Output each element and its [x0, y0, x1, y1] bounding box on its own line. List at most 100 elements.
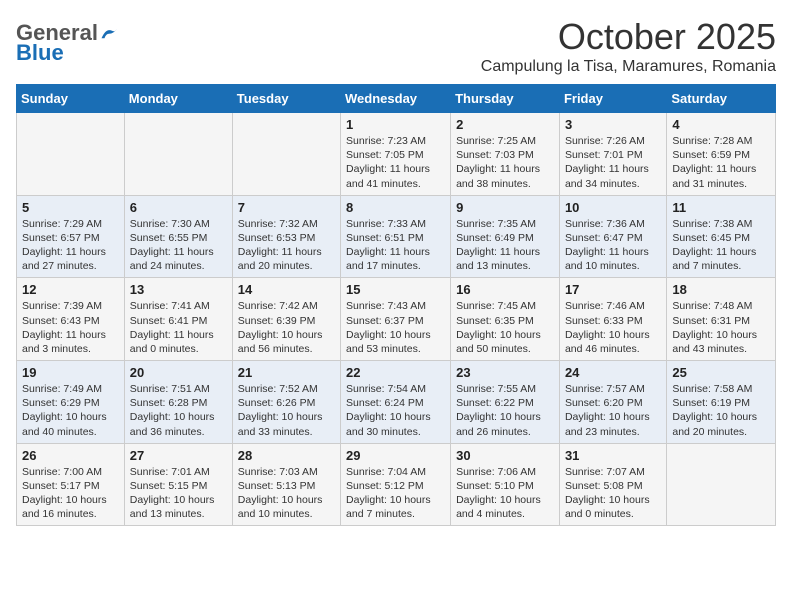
day-info: Sunrise: 7:42 AMSunset: 6:39 PMDaylight:…	[238, 299, 335, 356]
table-row: 25Sunrise: 7:58 AMSunset: 6:19 PMDayligh…	[667, 361, 776, 444]
day-number: 24	[565, 365, 661, 380]
day-info: Sunrise: 7:35 AMSunset: 6:49 PMDaylight:…	[456, 217, 554, 274]
header: General Blue October 2025 Campulung la T…	[16, 16, 776, 76]
day-number: 8	[346, 200, 445, 215]
table-row: 12Sunrise: 7:39 AMSunset: 6:43 PMDayligh…	[17, 278, 125, 361]
day-info: Sunrise: 7:06 AMSunset: 5:10 PMDaylight:…	[456, 465, 554, 522]
day-info: Sunrise: 7:52 AMSunset: 6:26 PMDaylight:…	[238, 382, 335, 439]
day-info: Sunrise: 7:43 AMSunset: 6:37 PMDaylight:…	[346, 299, 445, 356]
header-wednesday: Wednesday	[341, 85, 451, 113]
table-row: 6Sunrise: 7:30 AMSunset: 6:55 PMDaylight…	[124, 195, 232, 278]
day-info: Sunrise: 7:57 AMSunset: 6:20 PMDaylight:…	[565, 382, 661, 439]
day-info: Sunrise: 7:54 AMSunset: 6:24 PMDaylight:…	[346, 382, 445, 439]
table-row: 3 Sunrise: 7:26 AMSunset: 7:01 PMDaylight…	[559, 113, 666, 196]
table-row: 1Sunrise: 7:23 AMSunset: 7:05 PMDaylight…	[341, 113, 451, 196]
table-row	[124, 113, 232, 196]
day-number: 14	[238, 282, 335, 297]
day-number: 30	[456, 448, 554, 463]
table-row: 7 Sunrise: 7:32 AMSunset: 6:53 PMDaylight…	[232, 195, 340, 278]
day-info: Sunrise: 7:25 AMSunset: 7:03 PMDaylight:…	[456, 134, 554, 191]
logo-blue: Blue	[16, 40, 64, 66]
table-row: 22Sunrise: 7:54 AMSunset: 6:24 PMDayligh…	[341, 361, 451, 444]
day-info: Sunrise: 7:04 AMSunset: 5:12 PMDaylight:…	[346, 465, 445, 522]
day-info: Sunrise: 7:01 AMSunset: 5:15 PMDaylight:…	[130, 465, 227, 522]
day-number: 4	[672, 117, 770, 132]
table-row: 4 Sunrise: 7:28 AMSunset: 6:59 PMDaylight…	[667, 113, 776, 196]
header-tuesday: Tuesday	[232, 85, 340, 113]
calendar: Sunday Monday Tuesday Wednesday Thursday…	[16, 84, 776, 526]
day-number: 27	[130, 448, 227, 463]
calendar-week-row: 19Sunrise: 7:49 AMSunset: 6:29 PMDayligh…	[17, 361, 776, 444]
day-info: Sunrise: 7:32 AMSunset: 6:53 PMDaylight:…	[238, 217, 335, 274]
day-info: Sunrise: 7:41 AMSunset: 6:41 PMDaylight:…	[130, 299, 227, 356]
calendar-week-row: 26 Sunrise: 7:00 AMSunset: 5:17 PMDayligh…	[17, 443, 776, 526]
table-row: 27 Sunrise: 7:01 AMSunset: 5:15 PMDayligh…	[124, 443, 232, 526]
day-info: Sunrise: 7:00 AMSunset: 5:17 PMDaylight:…	[22, 465, 119, 522]
day-info: Sunrise: 7:28 AMSunset: 6:59 PMDaylight:…	[672, 134, 770, 191]
day-number: 3	[565, 117, 661, 132]
table-row: 2 Sunrise: 7:25 AMSunset: 7:03 PMDaylight…	[451, 113, 560, 196]
day-number: 1	[346, 117, 445, 132]
header-sunday: Sunday	[17, 85, 125, 113]
table-row: 15 Sunrise: 7:43 AMSunset: 6:37 PMDayligh…	[341, 278, 451, 361]
day-number: 16	[456, 282, 554, 297]
table-row: 18Sunrise: 7:48 AMSunset: 6:31 PMDayligh…	[667, 278, 776, 361]
day-number: 23	[456, 365, 554, 380]
day-number: 28	[238, 448, 335, 463]
table-row: 30 Sunrise: 7:06 AMSunset: 5:10 PMDayligh…	[451, 443, 560, 526]
day-info: Sunrise: 7:51 AMSunset: 6:28 PMDaylight:…	[130, 382, 227, 439]
day-info: Sunrise: 7:39 AMSunset: 6:43 PMDaylight:…	[22, 299, 119, 356]
day-number: 31	[565, 448, 661, 463]
day-number: 20	[130, 365, 227, 380]
table-row: 28 Sunrise: 7:03 AMSunset: 5:13 PMDayligh…	[232, 443, 340, 526]
header-monday: Monday	[124, 85, 232, 113]
table-row: 10 Sunrise: 7:36 AMSunset: 6:47 PMDayligh…	[559, 195, 666, 278]
table-row: 17 Sunrise: 7:46 AMSunset: 6:33 PMDayligh…	[559, 278, 666, 361]
calendar-week-row: 5 Sunrise: 7:29 AMSunset: 6:57 PMDaylight…	[17, 195, 776, 278]
table-row	[667, 443, 776, 526]
table-row: 29 Sunrise: 7:04 AMSunset: 5:12 PMDayligh…	[341, 443, 451, 526]
day-info: Sunrise: 7:26 AMSunset: 7:01 PMDaylight:…	[565, 134, 661, 191]
table-row	[232, 113, 340, 196]
day-info: Sunrise: 7:36 AMSunset: 6:47 PMDaylight:…	[565, 217, 661, 274]
day-number: 5	[22, 200, 119, 215]
table-row: 26 Sunrise: 7:00 AMSunset: 5:17 PMDayligh…	[17, 443, 125, 526]
day-number: 17	[565, 282, 661, 297]
calendar-week-row: 1Sunrise: 7:23 AMSunset: 7:05 PMDaylight…	[17, 113, 776, 196]
table-row: 8 Sunrise: 7:33 AMSunset: 6:51 PMDaylight…	[341, 195, 451, 278]
table-row: 5 Sunrise: 7:29 AMSunset: 6:57 PMDaylight…	[17, 195, 125, 278]
day-info: Sunrise: 7:46 AMSunset: 6:33 PMDaylight:…	[565, 299, 661, 356]
day-info: Sunrise: 7:29 AMSunset: 6:57 PMDaylight:…	[22, 217, 119, 274]
table-row: 11Sunrise: 7:38 AMSunset: 6:45 PMDayligh…	[667, 195, 776, 278]
table-row: 20 Sunrise: 7:51 AMSunset: 6:28 PMDayligh…	[124, 361, 232, 444]
day-number: 21	[238, 365, 335, 380]
day-number: 15	[346, 282, 445, 297]
table-row: 14 Sunrise: 7:42 AMSunset: 6:39 PMDayligh…	[232, 278, 340, 361]
day-number: 29	[346, 448, 445, 463]
day-number: 2	[456, 117, 554, 132]
day-info: Sunrise: 7:48 AMSunset: 6:31 PMDaylight:…	[672, 299, 770, 356]
title-area: October 2025 Campulung la Tisa, Maramure…	[481, 16, 776, 76]
table-row: 16Sunrise: 7:45 AMSunset: 6:35 PMDayligh…	[451, 278, 560, 361]
day-info: Sunrise: 7:38 AMSunset: 6:45 PMDaylight:…	[672, 217, 770, 274]
table-row: 31 Sunrise: 7:07 AMSunset: 5:08 PMDayligh…	[559, 443, 666, 526]
day-number: 7	[238, 200, 335, 215]
table-row: 24 Sunrise: 7:57 AMSunset: 6:20 PMDayligh…	[559, 361, 666, 444]
table-row: 21 Sunrise: 7:52 AMSunset: 6:26 PMDayligh…	[232, 361, 340, 444]
day-info: Sunrise: 7:49 AMSunset: 6:29 PMDaylight:…	[22, 382, 119, 439]
calendar-week-row: 12Sunrise: 7:39 AMSunset: 6:43 PMDayligh…	[17, 278, 776, 361]
header-thursday: Thursday	[451, 85, 560, 113]
day-info: Sunrise: 7:33 AMSunset: 6:51 PMDaylight:…	[346, 217, 445, 274]
day-number: 13	[130, 282, 227, 297]
logo-bird-icon	[100, 26, 118, 40]
table-row: 19Sunrise: 7:49 AMSunset: 6:29 PMDayligh…	[17, 361, 125, 444]
day-info: Sunrise: 7:03 AMSunset: 5:13 PMDaylight:…	[238, 465, 335, 522]
day-info: Sunrise: 7:07 AMSunset: 5:08 PMDaylight:…	[565, 465, 661, 522]
day-number: 10	[565, 200, 661, 215]
calendar-header-row: Sunday Monday Tuesday Wednesday Thursday…	[17, 85, 776, 113]
day-number: 25	[672, 365, 770, 380]
day-number: 26	[22, 448, 119, 463]
table-row: 9Sunrise: 7:35 AMSunset: 6:49 PMDaylight…	[451, 195, 560, 278]
day-number: 6	[130, 200, 227, 215]
table-row: 23Sunrise: 7:55 AMSunset: 6:22 PMDayligh…	[451, 361, 560, 444]
